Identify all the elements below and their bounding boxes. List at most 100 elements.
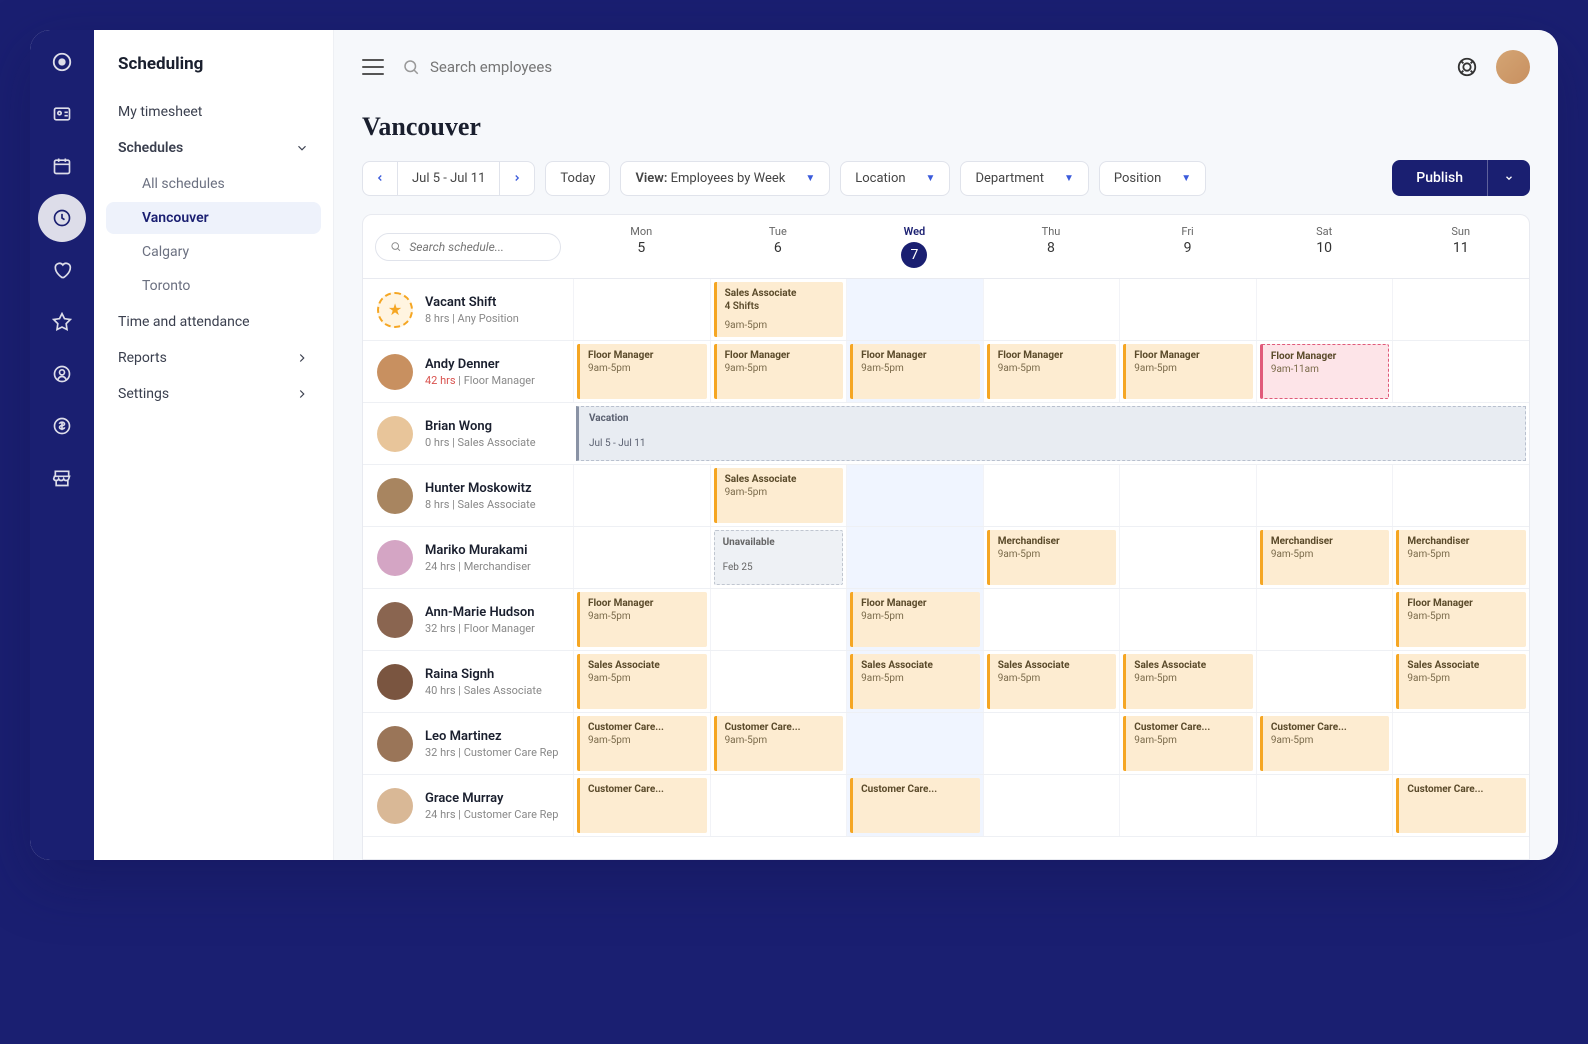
schedule-cell[interactable]: Customer Care...9am-5pm — [573, 713, 710, 774]
shift-block[interactable]: Sales Associate4 Shifts9am-5pm — [714, 282, 844, 337]
day-header[interactable]: Sun11 — [1392, 215, 1529, 278]
schedule-cell[interactable]: Sales Associate9am-5pm — [1119, 651, 1256, 712]
nav-calgary[interactable]: Calgary — [106, 236, 321, 268]
schedule-search-input[interactable] — [409, 240, 546, 254]
schedule-cell[interactable]: Floor Manager9am-11am — [1256, 341, 1393, 402]
today-button[interactable]: Today — [545, 161, 610, 196]
menu-toggle-icon[interactable] — [362, 59, 384, 75]
schedule-cell[interactable] — [1256, 279, 1393, 340]
publish-dropdown-button[interactable] — [1487, 160, 1530, 196]
schedule-cell[interactable] — [983, 465, 1120, 526]
shift-block[interactable]: Floor Manager9am-5pm — [577, 592, 707, 647]
shift-block[interactable]: Merchandiser9am-5pm — [987, 530, 1117, 585]
nav-vancouver[interactable]: Vancouver — [106, 202, 321, 234]
shift-block[interactable]: Floor Manager9am-5pm — [850, 344, 980, 399]
position-filter[interactable]: Position▼ — [1099, 161, 1206, 196]
nav-reports[interactable]: Reports — [94, 340, 333, 376]
schedule-cell[interactable]: Sales Associate9am-5pm — [710, 465, 847, 526]
shift-block[interactable]: Floor Manager9am-5pm — [1123, 344, 1253, 399]
search-employees-input[interactable] — [430, 58, 730, 76]
publish-button[interactable]: Publish — [1392, 160, 1487, 196]
star-icon[interactable] — [50, 310, 74, 334]
store-icon[interactable] — [50, 466, 74, 490]
schedule-cell[interactable]: Floor Manager9am-5pm — [846, 589, 983, 650]
schedule-cell[interactable]: Customer Care...9am-5pm — [1119, 713, 1256, 774]
schedule-cell[interactable] — [1392, 713, 1529, 774]
department-filter[interactable]: Department▼ — [960, 161, 1088, 196]
shift-block[interactable]: Floor Manager9am-5pm — [850, 592, 980, 647]
nav-schedules[interactable]: Schedules — [94, 130, 333, 166]
nav-all-schedules[interactable]: All schedules — [106, 168, 321, 200]
schedule-cell[interactable]: Sales Associate9am-5pm — [983, 651, 1120, 712]
nav-my-timesheet[interactable]: My timesheet — [94, 94, 333, 130]
calendar-icon[interactable] — [50, 154, 74, 178]
schedule-cell[interactable]: Sales Associate4 Shifts9am-5pm — [710, 279, 847, 340]
shift-block[interactable]: Sales Associate9am-5pm — [577, 654, 707, 709]
schedule-cell[interactable]: UnavailableFeb 25 — [710, 527, 847, 588]
unavailable-block[interactable]: UnavailableFeb 25 — [714, 530, 844, 585]
shift-block[interactable]: Floor Manager9am-5pm — [1396, 592, 1526, 647]
schedule-cell[interactable] — [1392, 465, 1529, 526]
location-filter[interactable]: Location▼ — [840, 161, 950, 196]
schedule-cell[interactable]: Customer Care...9am-5pm — [1256, 713, 1393, 774]
schedule-cell[interactable] — [846, 527, 983, 588]
prev-week-button[interactable] — [363, 162, 398, 195]
employee-cell[interactable]: Grace Murray 24 hrs | Customer Care Rep — [363, 775, 573, 836]
schedule-cell[interactable]: Floor Manager9am-5pm — [573, 589, 710, 650]
schedule-cell[interactable]: Floor Manager9am-5pm — [983, 341, 1120, 402]
schedule-cell[interactable] — [846, 279, 983, 340]
person-search-icon[interactable] — [50, 362, 74, 386]
employee-cell[interactable]: Ann-Marie Hudson 32 hrs | Floor Manager — [363, 589, 573, 650]
day-header[interactable]: Thu8 — [983, 215, 1120, 278]
shift-block[interactable]: Customer Care... — [1396, 778, 1526, 833]
shift-block[interactable]: Customer Care...9am-5pm — [1260, 716, 1390, 771]
shift-block[interactable]: Floor Manager9am-5pm — [577, 344, 707, 399]
schedule-cell[interactable]: Sales Associate9am-5pm — [1392, 651, 1529, 712]
logo-icon[interactable] — [50, 50, 74, 74]
schedule-cell[interactable] — [1256, 465, 1393, 526]
schedule-cell[interactable] — [573, 465, 710, 526]
employee-cell[interactable]: Hunter Moskowitz 8 hrs | Sales Associate — [363, 465, 573, 526]
shift-block[interactable]: Floor Manager9am-5pm — [714, 344, 844, 399]
schedule-cell[interactable]: Customer Care... — [1392, 775, 1529, 836]
vacation-block[interactable]: VacationJul 5 - Jul 11 — [576, 406, 1526, 461]
schedule-cell[interactable] — [1256, 775, 1393, 836]
schedule-cell[interactable] — [573, 527, 710, 588]
shift-block[interactable]: Sales Associate9am-5pm — [714, 468, 844, 523]
schedule-cell[interactable] — [710, 651, 847, 712]
shift-block[interactable]: Customer Care...9am-5pm — [577, 716, 707, 771]
schedule-cell[interactable]: Floor Manager9am-5pm — [573, 341, 710, 402]
schedule-cell[interactable] — [846, 465, 983, 526]
day-header[interactable]: Tue6 — [710, 215, 847, 278]
schedule-cell[interactable]: Merchandiser9am-5pm — [1256, 527, 1393, 588]
shift-block[interactable]: Customer Care... — [577, 778, 707, 833]
schedule-cell[interactable] — [846, 713, 983, 774]
schedule-cell[interactable]: Floor Manager9am-5pm — [710, 341, 847, 402]
schedule-cell[interactable]: Floor Manager9am-5pm — [1392, 589, 1529, 650]
shift-block[interactable]: Sales Associate9am-5pm — [850, 654, 980, 709]
schedule-cell[interactable] — [573, 279, 710, 340]
schedule-cell[interactable]: Floor Manager9am-5pm — [846, 341, 983, 402]
shift-block[interactable]: Customer Care... — [850, 778, 980, 833]
schedule-cell[interactable]: Floor Manager9am-5pm — [1119, 341, 1256, 402]
nav-settings[interactable]: Settings — [94, 376, 333, 412]
shift-block[interactable]: Merchandiser9am-5pm — [1396, 530, 1526, 585]
schedule-cell[interactable]: Customer Care... — [846, 775, 983, 836]
shift-block[interactable]: Floor Manager9am-5pm — [987, 344, 1117, 399]
schedule-cell[interactable] — [983, 589, 1120, 650]
employee-cell[interactable]: Raina Signh 40 hrs | Sales Associate — [363, 651, 573, 712]
employee-cell[interactable]: ★ Vacant Shift 8 hrs | Any Position — [363, 279, 573, 340]
shift-block[interactable]: Customer Care...9am-5pm — [1123, 716, 1253, 771]
heart-icon[interactable] — [50, 258, 74, 282]
schedule-cell[interactable]: Customer Care...9am-5pm — [710, 713, 847, 774]
nav-toronto[interactable]: Toronto — [106, 270, 321, 302]
schedule-cell[interactable] — [983, 775, 1120, 836]
day-header[interactable]: Mon5 — [573, 215, 710, 278]
schedule-cell[interactable] — [1119, 589, 1256, 650]
schedule-cell[interactable] — [983, 279, 1120, 340]
schedule-cell[interactable]: Sales Associate9am-5pm — [573, 651, 710, 712]
schedule-cell[interactable]: Customer Care... — [573, 775, 710, 836]
user-avatar[interactable] — [1496, 50, 1530, 84]
schedule-cell[interactable] — [1119, 527, 1256, 588]
employee-cell[interactable]: Mariko Murakami 24 hrs | Merchandiser — [363, 527, 573, 588]
